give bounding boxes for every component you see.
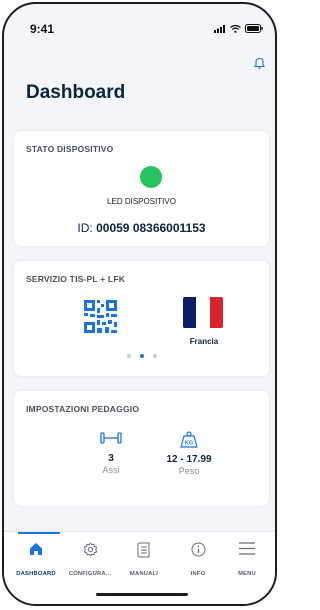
notifications-button[interactable]	[253, 56, 266, 74]
nav-manuali[interactable]: MANUALI	[117, 532, 171, 592]
bell-icon	[253, 57, 266, 69]
status-bar: 9:41	[4, 4, 275, 36]
home-indicator[interactable]	[96, 593, 188, 596]
nav-configura[interactable]: CONFIGURA...	[63, 532, 117, 592]
nav-label-info: INFO	[190, 571, 206, 577]
device-id: ID: 00059 08366001153	[14, 221, 269, 235]
gear-icon	[83, 542, 97, 557]
country-label: Francia	[189, 337, 219, 346]
nav-info[interactable]: INFO	[171, 532, 225, 592]
axles-value: 3	[108, 453, 114, 464]
signal-icon	[214, 24, 225, 33]
service-card[interactable]: SERVIZIO TIS-PL + LFK Francia	[14, 261, 269, 376]
device-led-indicator	[140, 166, 162, 188]
axles-label: Assi	[102, 465, 120, 475]
device-id-value: 00059 08366001153	[96, 221, 206, 235]
nav-dashboard[interactable]: DASHBOARD	[9, 532, 63, 592]
toll-card-title: IMPOSTAZIONI PEDAGGIO	[26, 404, 140, 414]
wifi-icon	[230, 24, 241, 33]
nav-menu[interactable]: MENU	[220, 532, 274, 592]
home-icon	[30, 543, 42, 555]
nav-label-menu: MENU	[238, 571, 256, 577]
phone-frame: 9:41 Dashboard STATO DISPOSITIVO LED DIS…	[2, 2, 277, 606]
weight-icon-text: KG	[185, 441, 193, 447]
service-card-title: SERVIZIO TIS-PL + LFK	[26, 274, 126, 284]
carousel-dot[interactable]	[152, 354, 157, 358]
weight-icon: KG	[180, 431, 198, 448]
info-icon	[191, 542, 205, 557]
nav-label-configura: CONFIGURA...	[68, 571, 112, 577]
menu-icon	[239, 542, 255, 555]
country-flag	[183, 297, 223, 328]
carousel-dots[interactable]	[14, 354, 269, 358]
page-title: Dashboard	[26, 82, 126, 103]
carousel-dot[interactable]	[126, 354, 131, 358]
nav-label-manuali: MANUALI	[129, 571, 159, 577]
nav-active-indicator	[18, 532, 60, 534]
weight-setting: KG 12 - 17.99 Peso	[154, 431, 224, 476]
device-status-card[interactable]: STATO DISPOSITIVO LED DISPOSITIVO ID: 00…	[14, 131, 269, 246]
device-card-title: STATO DISPOSITIVO	[26, 144, 114, 154]
nav-label-dashboard: DASHBOARD	[16, 571, 56, 577]
led-label: LED DISPOSITIVO	[107, 197, 176, 206]
axles-setting: 3 Assi	[86, 431, 136, 475]
axle-icon	[100, 432, 122, 444]
battery-icon	[245, 24, 263, 33]
weight-label: Peso	[178, 466, 200, 476]
weight-value: 12 - 17.99	[166, 454, 212, 465]
carousel-dot-active[interactable]	[139, 354, 144, 358]
qr-code-icon	[84, 300, 117, 333]
device-id-prefix: ID:	[77, 221, 93, 235]
toll-settings-card[interactable]: IMPOSTAZIONI PEDAGGIO 3 Assi KG 12 - 17.…	[14, 391, 269, 506]
bottom-navigation: DASHBOARD CONFIGURA... MANUALI INFO MENU	[4, 531, 275, 604]
status-time: 9:41	[30, 22, 55, 36]
status-icons	[214, 24, 263, 33]
book-icon	[137, 542, 150, 558]
